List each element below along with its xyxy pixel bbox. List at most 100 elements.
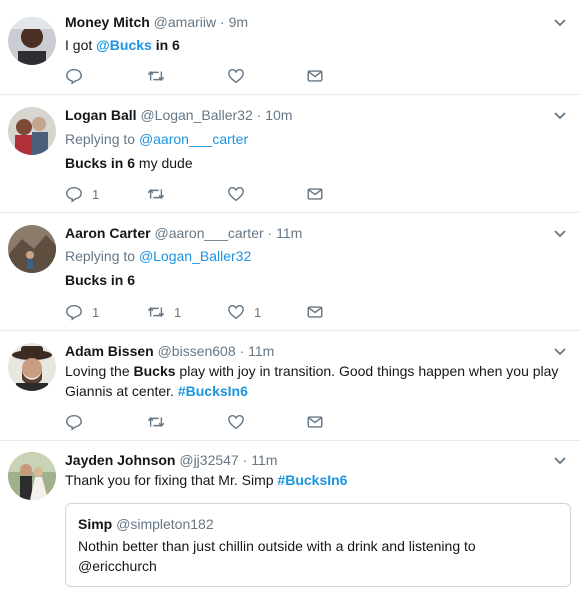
quoted-handle[interactable]: @simpleton182: [116, 516, 214, 532]
tweet-item[interactable]: Jayden Johnson @jj32547 · 11m Thank you …: [0, 441, 580, 597]
handle[interactable]: @amariiw: [154, 14, 216, 30]
heart-icon: [228, 186, 244, 202]
text-segment: Nothin better than just chillin outside …: [78, 538, 476, 554]
avatar[interactable]: [8, 225, 56, 273]
dm-button[interactable]: [306, 66, 324, 86]
quoted-tweet-header: Simp @simpleton182: [78, 514, 214, 534]
chevron-down-icon[interactable]: [552, 14, 568, 30]
tweet-feed: Money Mitch @amariiw · 9m I got @Bucks i…: [0, 0, 580, 597]
timestamp[interactable]: 11m: [251, 452, 277, 468]
timestamp[interactable]: 11m: [276, 225, 302, 241]
tweet-header: Jayden Johnson @jj32547 · 11m: [65, 450, 277, 470]
tweet-item[interactable]: Logan Ball @Logan_Baller32 · 10m Replyin…: [0, 95, 580, 213]
text-segment: @ericchurch: [78, 558, 157, 574]
reply-button[interactable]: 1: [65, 302, 99, 322]
hashtag-link[interactable]: #BucksIn6: [178, 383, 248, 399]
reply-icon: [66, 68, 82, 85]
retweet-count: 1: [174, 304, 182, 320]
chevron-down-icon[interactable]: [552, 343, 568, 359]
like-button[interactable]: 1: [227, 302, 261, 322]
text-segment: I got: [65, 37, 97, 53]
tweet-item[interactable]: Money Mitch @amariiw · 9m I got @Bucks i…: [0, 0, 580, 95]
chevron-down-icon[interactable]: [552, 452, 568, 468]
handle[interactable]: @jj32547: [179, 452, 238, 468]
tweet-actions: [65, 66, 365, 86]
envelope-icon: [307, 70, 323, 82]
replying-prefix: Replying to: [65, 248, 139, 264]
replying-prefix: Replying to: [65, 131, 139, 147]
envelope-icon: [307, 188, 323, 200]
tweet-text: Thank you for fixing that Mr. Simp #Buck…: [65, 470, 570, 490]
tweet-text: Bucks in 6 my dude: [65, 153, 570, 173]
text-segment: Bucks in 6: [65, 272, 136, 288]
reply-icon: [66, 304, 82, 321]
mention-link[interactable]: @Logan_Baller32: [139, 248, 251, 264]
avatar[interactable]: [8, 452, 56, 500]
like-button[interactable]: [227, 184, 254, 204]
tweet-text: Bucks in 6: [65, 270, 570, 290]
mention-link[interactable]: @Bucks: [96, 37, 152, 53]
timestamp[interactable]: 9m: [229, 14, 248, 30]
hashtag-link[interactable]: #BucksIn6: [277, 472, 347, 488]
retweet-button[interactable]: [147, 66, 174, 86]
reply-count: 1: [92, 304, 100, 320]
replying-to: Replying to @Logan_Baller32: [65, 246, 251, 266]
display-name[interactable]: Money Mitch: [65, 14, 150, 30]
retweet-button[interactable]: 1: [147, 302, 181, 322]
like-button[interactable]: [227, 412, 254, 432]
dm-button[interactable]: [306, 302, 324, 322]
quoted-tweet[interactable]: Simp @simpleton182 Nothin better than ju…: [65, 503, 571, 587]
display-name[interactable]: Aaron Carter: [65, 225, 151, 241]
text-segment: Thank you for fixing that Mr. Simp: [65, 472, 278, 488]
retweet-icon: [147, 188, 165, 200]
avatar[interactable]: [8, 17, 56, 65]
quoted-display-name[interactable]: Simp: [78, 516, 112, 532]
quoted-tweet-text: Nothin better than just chillin outside …: [78, 536, 558, 576]
heart-icon: [228, 68, 244, 84]
timestamp[interactable]: 11m: [248, 343, 274, 359]
dm-button[interactable]: [306, 412, 324, 432]
heart-icon: [228, 414, 244, 430]
retweet-icon: [147, 416, 165, 428]
display-name[interactable]: Jayden Johnson: [65, 452, 175, 468]
tweet-item[interactable]: Adam Bissen @bissen608 · 11m Loving the …: [0, 331, 580, 441]
timestamp[interactable]: 10m: [265, 107, 292, 123]
retweet-button[interactable]: [147, 412, 174, 432]
tweet-item[interactable]: Aaron Carter @aaron___carter · 11m Reply…: [0, 213, 580, 331]
display-name[interactable]: Logan Ball: [65, 107, 137, 123]
separator: ·: [256, 107, 262, 123]
retweet-icon: [147, 306, 165, 318]
handle[interactable]: @aaron___carter: [154, 225, 263, 241]
dm-button[interactable]: [306, 184, 324, 204]
chevron-down-icon[interactable]: [552, 107, 568, 123]
text-segment: Giannis at center.: [65, 383, 178, 399]
tweet-header: Adam Bissen @bissen608 · 11m: [65, 341, 274, 361]
envelope-icon: [307, 416, 323, 428]
handle[interactable]: @bissen608: [158, 343, 236, 359]
avatar[interactable]: [8, 107, 56, 155]
text-segment: in 6: [151, 37, 180, 53]
retweet-button[interactable]: [147, 184, 174, 204]
text-segment: my dude: [135, 155, 193, 171]
text-segment: Bucks in 6: [65, 155, 136, 171]
tweet-header: Aaron Carter @aaron___carter · 11m: [65, 223, 302, 243]
chevron-down-icon[interactable]: [552, 225, 568, 241]
tweet-actions: 1 1 1: [65, 302, 365, 322]
tweet-header: Money Mitch @amariiw · 9m: [65, 12, 248, 32]
reply-button[interactable]: [65, 66, 92, 86]
reply-button[interactable]: [65, 412, 92, 432]
tweet-actions: [65, 412, 365, 432]
handle[interactable]: @Logan_Baller32: [140, 107, 252, 123]
like-count: 1: [254, 304, 262, 320]
envelope-icon: [307, 306, 323, 318]
like-button[interactable]: [227, 66, 254, 86]
separator: ·: [239, 343, 245, 359]
avatar[interactable]: [8, 343, 56, 391]
separator: ·: [242, 452, 248, 468]
tweet-actions: 1: [65, 184, 365, 204]
display-name[interactable]: Adam Bissen: [65, 343, 154, 359]
tweet-text: Loving the Bucks play with joy in transi…: [65, 361, 570, 401]
reply-button[interactable]: 1: [65, 184, 99, 204]
mention-link[interactable]: @aaron___carter: [139, 131, 248, 147]
reply-count: 1: [92, 186, 100, 202]
